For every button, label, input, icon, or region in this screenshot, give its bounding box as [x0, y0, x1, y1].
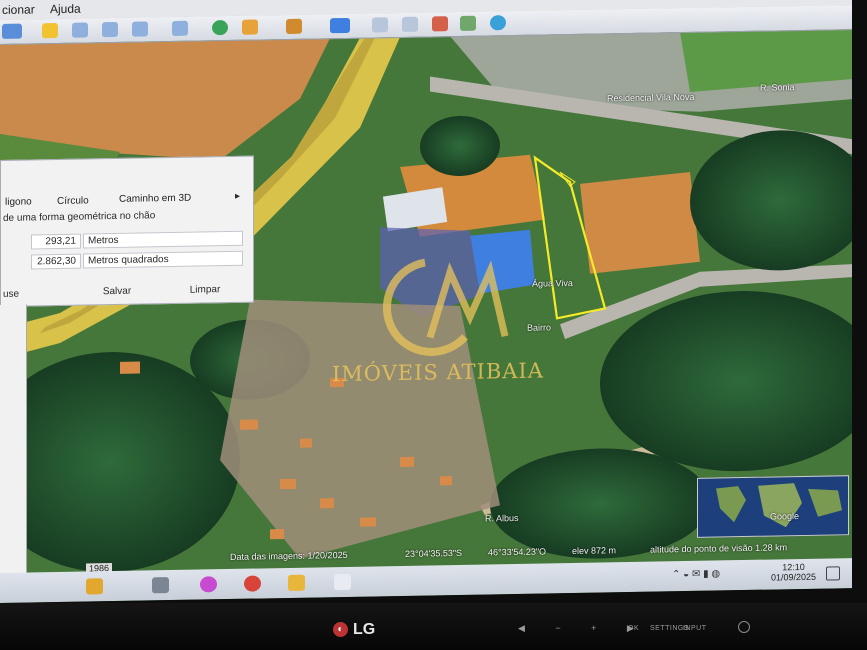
clear-button[interactable]: Limpar — [175, 282, 235, 299]
image-icon[interactable] — [460, 15, 476, 31]
tab-3d-path[interactable]: Caminho em 3D — [119, 193, 191, 205]
notepad-icon[interactable] — [334, 573, 351, 591]
map-label-street-2: Bairro — [527, 322, 552, 333]
web-icon[interactable] — [490, 15, 506, 31]
sidebar-toggle-icon[interactable] — [2, 23, 22, 39]
watermark-brand-text: IMÓVEIS ATIBAIA — [332, 358, 544, 387]
ruler-icon[interactable] — [330, 17, 350, 34]
path-icon[interactable] — [102, 21, 118, 38]
map-label-agua-viva: Água Viva — [532, 278, 573, 289]
maps-icon[interactable] — [432, 16, 448, 32]
length-unit-select[interactable]: Metros — [83, 230, 243, 249]
tab-polygon[interactable]: ligono — [5, 196, 32, 207]
folder-icon[interactable] — [288, 574, 305, 591]
placemark-icon[interactable] — [42, 22, 58, 39]
earth-icon[interactable] — [212, 20, 228, 36]
panel-hint: de uma forma geométrica no chão — [3, 210, 156, 224]
chrome-icon[interactable] — [244, 575, 261, 592]
photo-of-monitor: IMÓVEIS ATIBAIA Residencial Vila Nova R.… — [0, 0, 867, 650]
imagery-date: Data das imagens: 1/20/2025 — [230, 549, 348, 562]
lg-logo: ◐ LG — [333, 621, 375, 639]
area-unit-select[interactable]: Metros quadrados — [83, 250, 243, 269]
polygon-icon[interactable] — [72, 22, 88, 38]
start-icon[interactable] — [86, 578, 103, 595]
eye-altitude: altitude do ponto de visão 1.28 km — [650, 542, 788, 555]
tab-circle[interactable]: Círculo — [57, 195, 89, 207]
sun-icon[interactable] — [242, 19, 258, 35]
monitor-screen: IMÓVEIS ATIBAIA Residencial Vila Nova R.… — [0, 0, 852, 603]
overview-map[interactable] — [697, 475, 849, 538]
monitor-input-button[interactable]: INPUT — [683, 625, 707, 632]
tray-icons[interactable]: ⌃ ◒ ✉ ▮ ◍ — [672, 568, 720, 580]
world-map-icon — [716, 483, 842, 528]
email-icon[interactable] — [372, 17, 388, 33]
area-value-field[interactable]: 2.862,30 — [31, 253, 81, 270]
edge-icon[interactable] — [200, 576, 217, 593]
chevron-right-icon[interactable]: ▸ — [235, 191, 240, 202]
monitor-bezel: ◐ LG ◀ − + ▶ OK SETTINGS INPUT — [0, 603, 867, 650]
clock-date: 01/09/2025 — [770, 571, 816, 583]
monitor-ok-button[interactable]: OK — [628, 625, 639, 632]
menu-item-help[interactable]: Ajuda — [50, 2, 81, 17]
power-icon[interactable] — [738, 621, 750, 633]
map-label-residencial: Residencial Vila Nova — [607, 91, 695, 104]
clock[interactable]: 12:10 01/09/2025 — [771, 562, 816, 583]
elevation: elev 872 m — [572, 545, 617, 557]
menu-item-tools[interactable]: cionar — [2, 2, 35, 17]
task-view-icon[interactable] — [152, 577, 169, 594]
mouse-nav-label[interactable]: use — [3, 289, 19, 300]
notification-icon[interactable] — [826, 566, 840, 581]
length-value-field[interactable]: 293,21 — [31, 233, 81, 250]
ruler-panel: ligono Círculo Caminho em 3D ▸ de uma fo… — [0, 155, 254, 307]
lg-logo-text: LG — [353, 621, 376, 638]
watermark-logo — [383, 258, 509, 356]
save-button[interactable]: Salvar — [87, 283, 147, 300]
tour-icon[interactable] — [172, 20, 188, 36]
lg-face-icon: ◐ — [333, 622, 348, 638]
print-icon[interactable] — [402, 16, 418, 32]
map-label-road: R. Sonia — [760, 82, 795, 93]
map-label-street: R. Albus — [485, 512, 519, 524]
latitude: 23°04'35.53"S — [405, 547, 463, 559]
planet-icon[interactable] — [286, 18, 302, 35]
overlay-icon[interactable] — [132, 21, 148, 37]
google-label: Google — [770, 511, 800, 522]
side-panel-edge[interactable] — [0, 304, 27, 585]
longitude: 46°33'54.23"O — [488, 546, 547, 558]
